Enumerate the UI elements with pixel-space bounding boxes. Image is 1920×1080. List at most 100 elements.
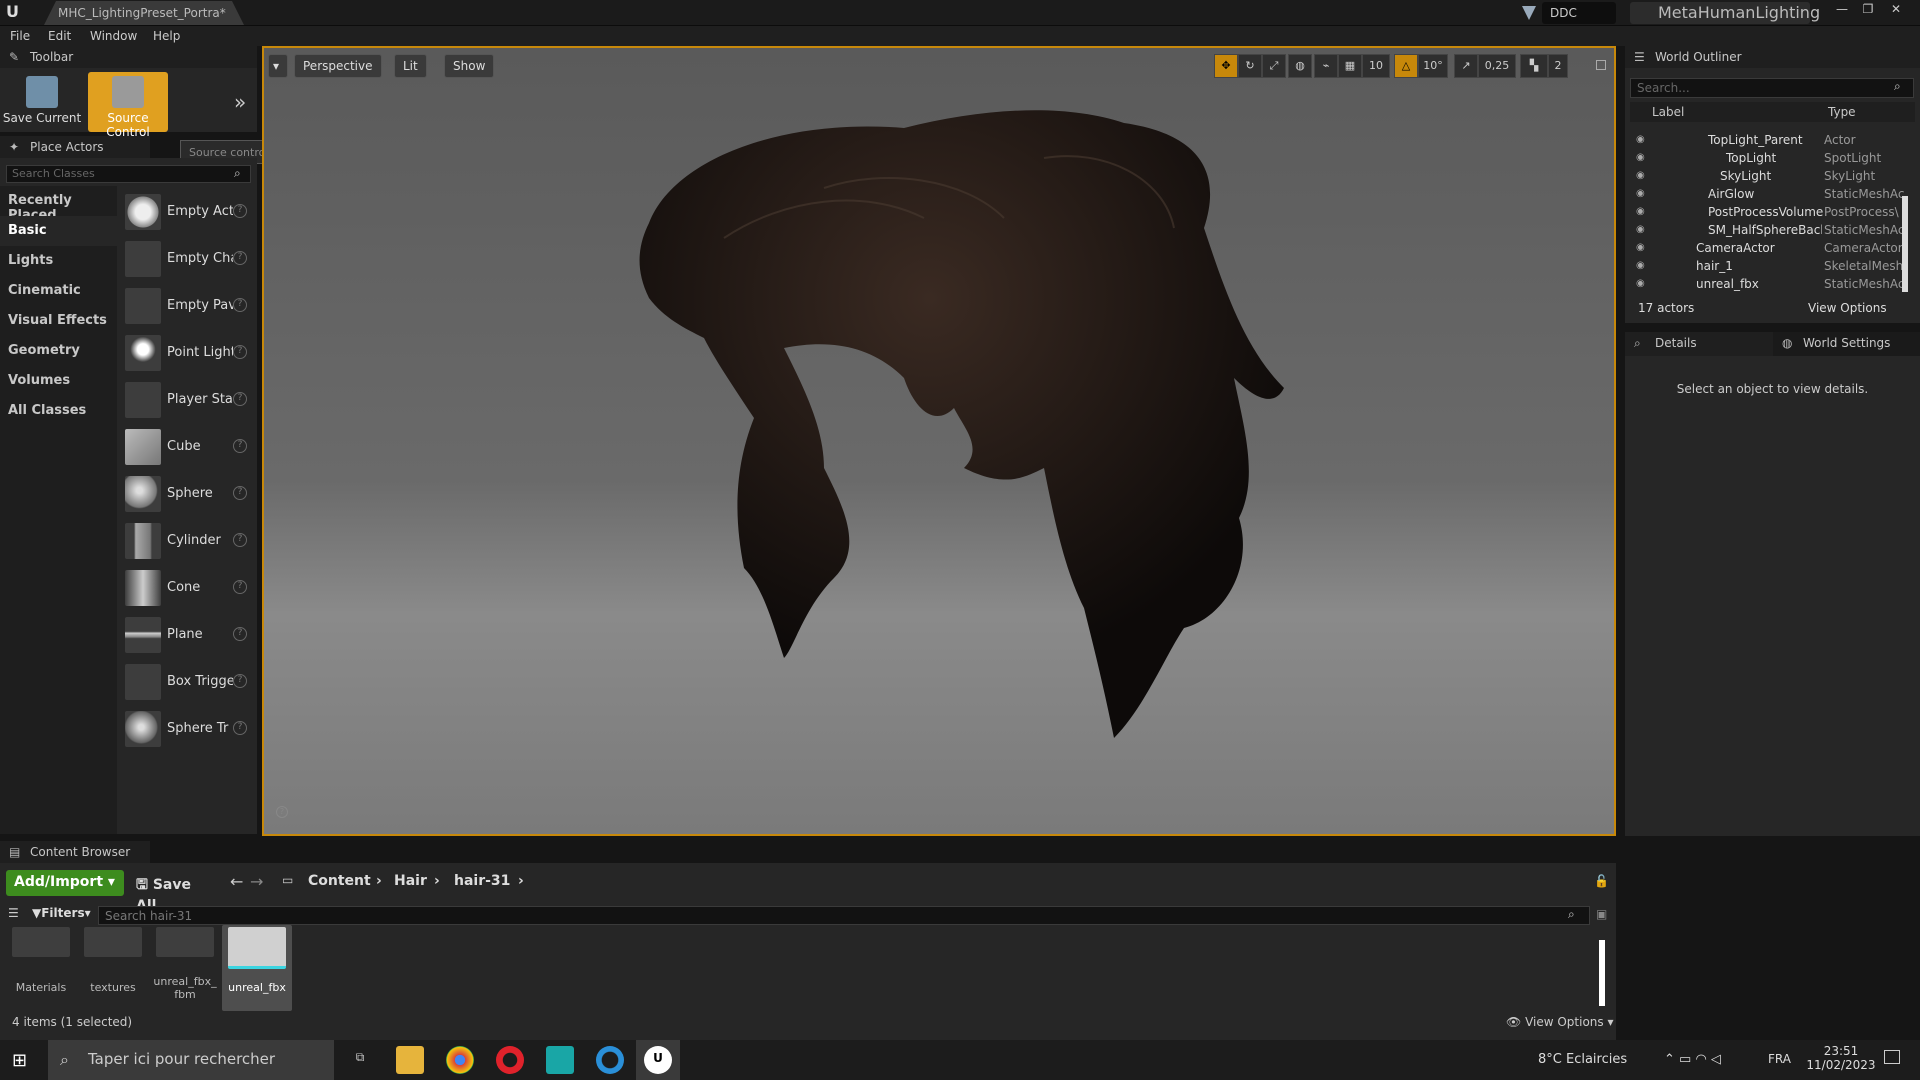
task-view-icon[interactable]: ⧉: [346, 1046, 374, 1074]
forward-arrow-icon[interactable]: →: [250, 872, 263, 891]
lock-icon[interactable]: 🔓: [1594, 874, 1609, 888]
help-icon[interactable]: ?: [233, 439, 247, 453]
save-search-icon[interactable]: ▣: [1596, 907, 1607, 921]
actor-item[interactable]: Sphere Tr?: [123, 707, 253, 751]
visibility-eye-icon[interactable]: ◉: [1636, 134, 1650, 145]
visibility-eye-icon[interactable]: ◉: [1636, 260, 1650, 271]
outliner-scrollbar[interactable]: [1902, 196, 1908, 292]
chrome-icon[interactable]: [446, 1046, 474, 1074]
document-tab[interactable]: MHC_LightingPreset_Portra*: [44, 1, 244, 25]
filters-button[interactable]: ▼Filters▾: [32, 906, 91, 920]
actor-item[interactable]: Plane?: [123, 613, 253, 657]
outliner-row[interactable]: ◉ TopLight SpotLight: [1630, 149, 1915, 167]
actor-item[interactable]: Cylinder?: [123, 519, 253, 563]
language-indicator[interactable]: FRA: [1768, 1052, 1791, 1066]
asset-folder[interactable]: textures: [78, 925, 148, 1009]
outliner-row[interactable]: ◉ CameraActor CameraActor: [1630, 239, 1915, 257]
help-icon[interactable]: ?: [233, 345, 247, 359]
category-geometry[interactable]: Geometry: [0, 336, 117, 366]
help-icon[interactable]: ?: [233, 533, 247, 547]
file-explorer-icon[interactable]: [396, 1046, 424, 1074]
category-lights[interactable]: Lights: [0, 246, 117, 276]
help-icon[interactable]: ?: [233, 298, 247, 312]
actor-item[interactable]: Sphere?: [123, 472, 253, 516]
visibility-eye-icon[interactable]: ◉: [1636, 242, 1650, 253]
category-recently-placed[interactable]: Recently Placed: [0, 186, 117, 223]
actor-item[interactable]: Cone?: [123, 566, 253, 610]
help-icon[interactable]: ?: [233, 204, 247, 218]
outliner-row[interactable]: ◉ SM_HalfSphereBackgStaticMeshAc: [1630, 221, 1915, 239]
asset-folder[interactable]: Materials: [6, 925, 76, 1009]
opera-icon[interactable]: [496, 1046, 524, 1074]
actor-item[interactable]: Box Trigge?: [123, 660, 253, 704]
restore-icon[interactable]: ❐: [1856, 2, 1880, 16]
ddc-button[interactable]: DDC: [1542, 2, 1616, 24]
help-icon[interactable]: ?: [233, 674, 247, 688]
taskbar-search[interactable]: Taper ici pour rechercher: [48, 1040, 334, 1080]
save-current-button[interactable]: Save Current: [2, 72, 82, 132]
visibility-eye-icon[interactable]: ◉: [1636, 206, 1650, 217]
details-tab[interactable]: ⌕ Details: [1625, 332, 1765, 356]
help-icon[interactable]: ?: [233, 486, 247, 500]
tray-icons[interactable]: ⌃ ▭ ◠ ◁: [1664, 1052, 1721, 1067]
expand-toolbar-icon[interactable]: »: [234, 90, 246, 114]
category-volumes[interactable]: Volumes: [0, 366, 117, 396]
category-basic[interactable]: Basic: [0, 216, 117, 246]
visibility-eye-icon[interactable]: ◉: [1636, 224, 1650, 235]
actor-item[interactable]: Empty Cha?: [123, 237, 253, 281]
content-scrollbar[interactable]: [1599, 940, 1605, 1006]
help-icon[interactable]: ?: [233, 627, 247, 641]
outliner-row[interactable]: ◉ AirGlow StaticMeshAc: [1630, 185, 1915, 203]
outliner-search-input[interactable]: Search...: [1630, 78, 1914, 98]
menu-window[interactable]: Window: [90, 29, 137, 43]
asset-selected[interactable]: unreal_fbx: [222, 925, 292, 1011]
viewport-info-icon[interactable]: ?: [276, 806, 288, 818]
category-all-classes[interactable]: All Classes: [0, 396, 117, 426]
visibility-eye-icon[interactable]: ◉: [1636, 278, 1650, 289]
notifications-icon[interactable]: [1884, 1050, 1900, 1064]
category-visual-effects[interactable]: Visual Effects: [0, 306, 117, 336]
actor-item[interactable]: Cube?: [123, 425, 253, 469]
search-classes-input[interactable]: Search Classes: [6, 165, 251, 183]
content-search-input[interactable]: Search hair-31: [98, 906, 1590, 925]
help-icon[interactable]: ?: [233, 580, 247, 594]
outliner-row[interactable]: ◉ TopLight_Parent Actor: [1630, 131, 1915, 149]
actor-item[interactable]: Point Light?: [123, 331, 253, 375]
clock[interactable]: 23:51 11/02/2023: [1806, 1044, 1876, 1072]
place-actors-tab[interactable]: ✦ Place Actors: [0, 136, 150, 158]
breadcrumb-content[interactable]: Content: [308, 873, 371, 889]
add-import-button[interactable]: Add/Import ▾: [6, 870, 124, 896]
save-all-button[interactable]: 🖫 Save All: [132, 870, 212, 914]
content-view-options-button[interactable]: 👁 View Options ▾: [1506, 1015, 1614, 1029]
breadcrumb-hair-31[interactable]: hair-31: [454, 873, 510, 889]
asset-folder[interactable]: unreal_fbx_ fbm: [150, 925, 220, 1009]
help-icon[interactable]: ?: [233, 251, 247, 265]
unreal-taskbar-button[interactable]: U: [636, 1040, 680, 1080]
visibility-eye-icon[interactable]: ◉: [1636, 188, 1650, 199]
help-icon[interactable]: ?: [233, 392, 247, 406]
outliner-row[interactable]: ◉ PostProcessVolume PostProcess\: [1630, 203, 1915, 221]
outliner-view-options-button[interactable]: View Options: [1808, 301, 1887, 315]
breadcrumb-hair[interactable]: Hair: [394, 873, 427, 889]
level-viewport[interactable]: ▾ Perspective Lit Show ✥ ↻ ⤢ ◍ ⌁ ▦ 10 △ …: [262, 46, 1616, 836]
actor-item[interactable]: Empty Pav?: [123, 284, 253, 328]
weather-widget[interactable]: 8°C Eclaircies: [1538, 1052, 1627, 1067]
outliner-row[interactable]: ◉ unreal_fbx StaticMeshAc: [1630, 275, 1915, 293]
world-outliner-tab[interactable]: ☰ World Outliner: [1625, 46, 1920, 68]
visibility-eye-icon[interactable]: ◉: [1636, 170, 1650, 181]
sources-panel-icon[interactable]: ☰: [8, 906, 19, 920]
outliner-row[interactable]: ◉ SkyLight SkyLight: [1630, 167, 1915, 185]
back-arrow-icon[interactable]: ←: [230, 872, 243, 891]
source-control-status-icon[interactable]: [1522, 6, 1536, 20]
menu-help[interactable]: Help: [153, 29, 180, 43]
browser-app-icon[interactable]: [596, 1046, 624, 1074]
label-column-header[interactable]: Label: [1652, 105, 1684, 119]
maya-icon[interactable]: [546, 1046, 574, 1074]
actor-item[interactable]: Empty Act?: [123, 190, 253, 234]
help-icon[interactable]: ?: [233, 721, 247, 735]
menu-file[interactable]: File: [10, 29, 30, 43]
actor-item[interactable]: Player Sta?: [123, 378, 253, 422]
world-settings-tab[interactable]: ◍ World Settings: [1773, 332, 1920, 356]
menu-edit[interactable]: Edit: [48, 29, 71, 43]
outliner-row[interactable]: ◉ hair_1 SkeletalMesh: [1630, 257, 1915, 275]
